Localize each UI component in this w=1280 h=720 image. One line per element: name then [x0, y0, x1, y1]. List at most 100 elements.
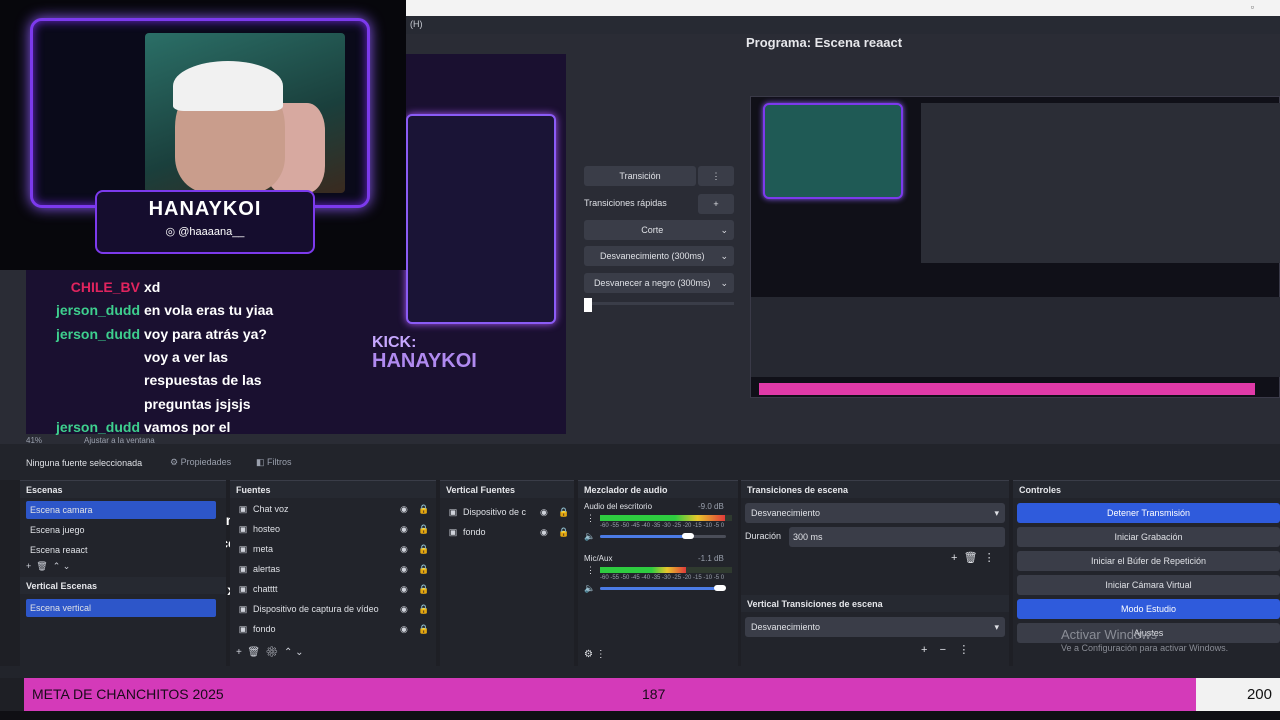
- source-item[interactable]: ▣ alertas ◉ 🔒: [236, 560, 432, 578]
- fade-300-label: Desvanecimiento (300ms): [599, 251, 705, 261]
- visibility-eye-icon[interactable]: ◉: [400, 620, 408, 638]
- scene-item[interactable]: Escena camara: [26, 501, 216, 519]
- volume-slider-handle[interactable]: [682, 533, 695, 539]
- add-scene-icon[interactable]: +: [26, 561, 31, 571]
- lock-icon[interactable]: 🔒: [418, 500, 429, 518]
- visibility-eye-icon[interactable]: ◉: [540, 503, 548, 521]
- activation-subtitle: Ve a Configuración para activar Windows.: [1061, 643, 1229, 653]
- source-item[interactable]: ▣ chatttt ◉ 🔒: [236, 580, 432, 598]
- controls-dock: Controles Detener Transmisión Iniciar Gr…: [1013, 480, 1280, 666]
- volume-slider-handle[interactable]: [713, 585, 726, 591]
- source-item[interactable]: ▣ meta ◉ 🔒: [236, 540, 432, 558]
- lock-icon[interactable]: 🔒: [558, 523, 569, 541]
- goal-label: META DE CHANCHITOS 2025: [32, 686, 224, 702]
- remove-transition-icon[interactable]: 🗑: [964, 552, 978, 564]
- transition-selected: Desvanecimiento: [751, 508, 821, 518]
- source-item[interactable]: ▣ Dispositivo de captura de vídeo ◉ 🔒: [236, 600, 432, 618]
- lock-icon[interactable]: 🔒: [418, 580, 429, 598]
- lock-icon[interactable]: 🔒: [558, 503, 569, 521]
- scene-item[interactable]: Escena juego: [26, 521, 216, 539]
- source-type-icon: ▣: [238, 624, 248, 634]
- scene-up-icon[interactable]: ⌃: [53, 561, 61, 571]
- audio-meter-track: [600, 567, 732, 573]
- filters-button[interactable]: ◧ Filtros: [256, 457, 292, 468]
- replay-buffer-button[interactable]: Iniciar el Búfer de Repetición: [1017, 551, 1280, 571]
- volume-slider[interactable]: [600, 533, 726, 539]
- mixer-settings-icon[interactable]: ⚙ ⋮: [584, 649, 606, 660]
- transition-button[interactable]: Transición: [584, 166, 696, 186]
- duration-input[interactable]: 300 ms: [789, 527, 1005, 547]
- chat-message: voy para atrás ya?: [144, 325, 267, 342]
- lock-icon[interactable]: 🔒: [418, 520, 429, 538]
- scenes-dock: Escenas + 🗑 ⌃ ⌄ Vertical Escenas Escena …: [20, 480, 226, 666]
- lock-icon[interactable]: 🔒: [418, 600, 429, 618]
- speaker-icon[interactable]: 🔈: [584, 583, 595, 594]
- source-down-icon[interactable]: ⌄: [295, 647, 303, 658]
- add-source-icon[interactable]: +: [236, 647, 242, 658]
- visibility-eye-icon[interactable]: ◉: [400, 580, 408, 598]
- visibility-eye-icon[interactable]: ◉: [400, 600, 408, 618]
- volume-slider[interactable]: [600, 585, 726, 591]
- source-item[interactable]: ▣ hosteo ◉ 🔒: [236, 520, 432, 538]
- remove-vertical-transition-icon[interactable]: −: [940, 644, 946, 656]
- source-item[interactable]: ▣ fondo ◉ 🔒: [236, 620, 432, 638]
- webcam-overlay: HANAYKOI ◎ @haaaana__: [0, 0, 406, 270]
- transition-slider-handle[interactable]: [584, 298, 592, 312]
- source-settings-icon[interactable]: ⚙: [266, 647, 279, 658]
- visibility-eye-icon[interactable]: ◉: [540, 523, 548, 541]
- visibility-eye-icon[interactable]: ◉: [400, 500, 408, 518]
- lock-icon[interactable]: 🔒: [418, 540, 429, 558]
- fade-300-button[interactable]: Desvanecimiento (300ms) ⌄: [584, 246, 734, 266]
- vertical-transitions-title: Vertical Transiciones de escena: [741, 595, 1009, 612]
- restore-window-icon[interactable]: ▫: [1251, 2, 1254, 12]
- program-obs-thumb: [921, 103, 1280, 263]
- scene-down-icon[interactable]: ⌄: [63, 561, 71, 571]
- transition-select[interactable]: Desvanecimiento ▾: [745, 503, 1005, 523]
- transition-menu-icon[interactable]: ⋮: [698, 166, 734, 186]
- fit-window-label[interactable]: Ajustar a la ventana: [84, 436, 155, 445]
- taskbar-strip: [0, 711, 1280, 720]
- remove-scene-icon[interactable]: 🗑: [36, 561, 47, 571]
- virtual-camera-button[interactable]: Iniciar Cámara Virtual: [1017, 575, 1280, 595]
- properties-button[interactable]: ⚙ Propiedades: [170, 457, 231, 468]
- lock-icon[interactable]: 🔒: [418, 560, 429, 578]
- menu-help[interactable]: (H): [410, 19, 423, 29]
- chevron-down-icon: ⌄: [720, 278, 728, 288]
- start-recording-button[interactable]: Iniciar Grabación: [1017, 527, 1280, 547]
- source-label: fondo: [253, 624, 276, 634]
- source-type-icon: ▣: [238, 584, 248, 594]
- no-source-label: Ninguna fuente seleccionada: [26, 458, 143, 468]
- add-quick-transition-button[interactable]: +: [698, 194, 734, 214]
- lock-icon[interactable]: 🔒: [418, 620, 429, 638]
- duration-label: Duración: [745, 531, 782, 541]
- vertical-source-item[interactable]: ▣ fondo ◉ 🔒: [446, 523, 572, 541]
- fade-black-button[interactable]: Desvanecer a negro (300ms) ⌄: [584, 273, 734, 293]
- vertical-transition-more-icon[interactable]: ⋮: [958, 644, 969, 656]
- visibility-eye-icon[interactable]: ◉: [400, 520, 408, 538]
- studio-mode-button[interactable]: Modo Estudio: [1017, 599, 1280, 619]
- transition-more-icon[interactable]: ⋮: [984, 552, 995, 564]
- source-item[interactable]: ▣ Chat voz ◉ 🔒: [236, 500, 432, 518]
- vertical-scene-item[interactable]: Escena vertical: [26, 599, 216, 617]
- audio-mixer-dock: Mezclador de audio ⚙ ⋮ Audio del escrito…: [578, 480, 738, 666]
- chat-line: preguntas jsjsjs: [0, 393, 251, 415]
- add-transition-icon[interactable]: +: [951, 552, 957, 564]
- source-up-icon[interactable]: ⌃: [284, 647, 292, 658]
- chat-line: jerson_dudd en vola eras tu yiaa: [0, 299, 273, 321]
- add-vertical-transition-icon[interactable]: +: [921, 644, 927, 656]
- goal-target: 200: [1196, 678, 1280, 711]
- vertical-transition-select[interactable]: Desvanecimiento ▾: [745, 617, 1005, 637]
- cut-button[interactable]: Corte ⌄: [584, 220, 734, 240]
- stop-stream-button[interactable]: Detener Transmisión: [1017, 503, 1280, 523]
- scene-item[interactable]: Escena reaact: [26, 541, 216, 559]
- visibility-eye-icon[interactable]: ◉: [400, 540, 408, 558]
- transition-slider[interactable]: [584, 302, 734, 305]
- visibility-eye-icon[interactable]: ◉: [400, 560, 408, 578]
- speaker-icon[interactable]: 🔈: [584, 531, 595, 542]
- webcam-frame: [30, 18, 370, 208]
- channel-menu-icon[interactable]: ⋮: [586, 513, 595, 524]
- remove-source-icon[interactable]: 🗑: [247, 647, 260, 658]
- channel-menu-icon[interactable]: ⋮: [586, 565, 595, 576]
- cap-shape: [173, 61, 283, 111]
- vertical-source-item[interactable]: ▣ Dispositivo de c ◉ 🔒: [446, 503, 572, 521]
